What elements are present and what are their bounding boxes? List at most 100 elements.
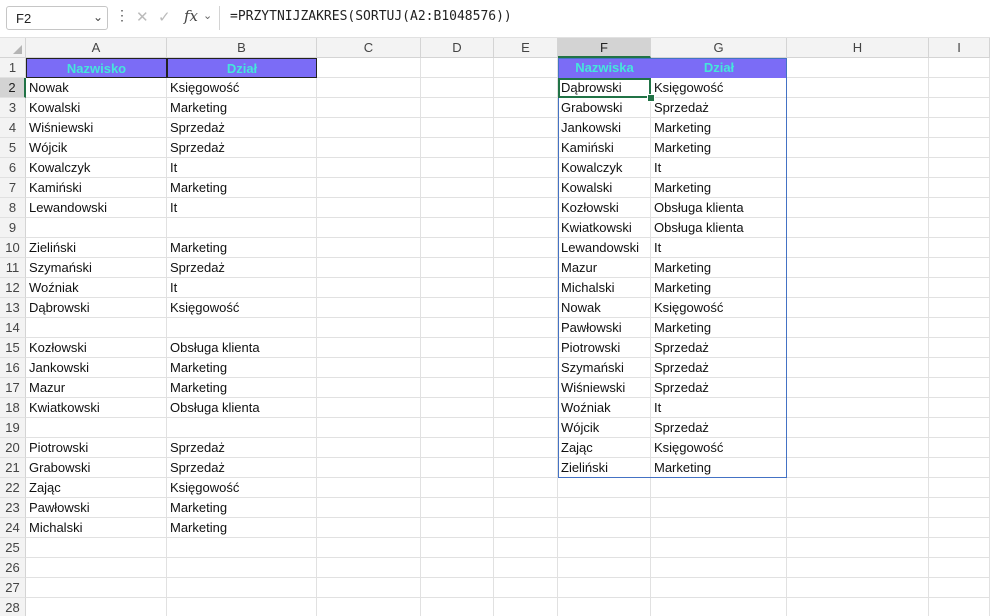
row-header-13[interactable]: 13 [0,298,26,318]
row-header-11[interactable]: 11 [0,258,26,278]
source-table-cell[interactable]: Księgowość [167,478,317,498]
result-table-cell[interactable]: Woźniak [558,398,651,418]
result-table-cell[interactable]: Szymański [558,358,651,378]
result-table-cell[interactable]: Marketing [651,458,787,478]
source-table-cell[interactable]: Księgowość [167,298,317,318]
column-header-h[interactable]: H [787,38,929,58]
source-table-cell[interactable]: Mazur [26,378,167,398]
result-table-cell[interactable]: Sprzedaż [651,358,787,378]
row-header-15[interactable]: 15 [0,338,26,358]
source-table-cell[interactable]: It [167,158,317,178]
result-table-cell[interactable]: Obsługa klienta [651,218,787,238]
source-table-cell[interactable]: Szymański [26,258,167,278]
column-header-g[interactable]: G [651,38,787,58]
result-table-cell[interactable]: Nowak [558,298,651,318]
row-header-16[interactable]: 16 [0,358,26,378]
chevron-down-icon[interactable]: ⌄ [93,10,103,24]
result-table-cell[interactable]: Kwiatkowski [558,218,651,238]
name-box[interactable]: F2 ⌄ [6,6,108,30]
source-table-cell[interactable]: Sprzedaż [167,438,317,458]
result-table-cell[interactable]: Marketing [651,138,787,158]
column-header-e[interactable]: E [494,38,558,58]
source-table-cell[interactable]: Piotrowski [26,438,167,458]
result-table-cell[interactable]: Sprzedaż [651,98,787,118]
fill-handle[interactable] [647,94,655,102]
source-table-cell[interactable]: Marketing [167,518,317,538]
result-table-cell[interactable]: Sprzedaż [651,378,787,398]
source-table-cell[interactable]: Marketing [167,238,317,258]
spreadsheet-grid[interactable]: ABCDEFGHI 1 2 3 4 5 6 7 8 9 10 11 12 13 14 15 16 17 18 19 2… [0,38,990,616]
source-header-cell[interactable]: Nazwisko [26,58,167,78]
result-table-cell[interactable]: Kamiński [558,138,651,158]
source-table-cell[interactable]: Sprzedaż [167,258,317,278]
result-table-cell[interactable]: Kowalski [558,178,651,198]
row-header-12[interactable]: 12 [0,278,26,298]
insert-function-icon[interactable]: fx [184,7,198,25]
row-header-2[interactable]: 2 [0,78,26,98]
result-table-cell[interactable]: Kozłowski [558,198,651,218]
result-table-cell[interactable]: Pawłowski [558,318,651,338]
cancel-icon[interactable]: ✕ [136,8,149,26]
column-header-i[interactable]: I [929,38,990,58]
select-all-button[interactable] [0,38,26,58]
row-header-19[interactable]: 19 [0,418,26,438]
column-header-c[interactable]: C [317,38,421,58]
result-table-cell[interactable]: Mazur [558,258,651,278]
source-table-cell[interactable]: Obsługa klienta [167,338,317,358]
result-table-cell[interactable]: Sprzedaż [651,418,787,438]
result-table-cell[interactable]: Marketing [651,258,787,278]
source-table-cell[interactable]: Kamiński [26,178,167,198]
row-header-10[interactable]: 10 [0,238,26,258]
row-header-22[interactable]: 22 [0,478,26,498]
result-header-cell[interactable]: Nazwiska [558,58,651,78]
result-table-cell[interactable]: It [651,238,787,258]
result-table-cell[interactable]: Marketing [651,178,787,198]
source-table-cell[interactable]: Kowalski [26,98,167,118]
result-table-cell[interactable]: Zieliński [558,458,651,478]
result-table-cell[interactable]: Księgowość [651,78,787,98]
result-table-cell[interactable]: Grabowski [558,98,651,118]
result-table-cell[interactable]: Marketing [651,318,787,338]
source-table-cell[interactable]: Zając [26,478,167,498]
row-header-24[interactable]: 24 [0,518,26,538]
column-header-d[interactable]: D [421,38,494,58]
result-table-cell[interactable]: Lewandowski [558,238,651,258]
result-table-cell[interactable]: Michalski [558,278,651,298]
source-table-cell[interactable]: Jankowski [26,358,167,378]
row-header-21[interactable]: 21 [0,458,26,478]
row-header-25[interactable]: 25 [0,538,26,558]
result-table-cell[interactable]: Obsługa klienta [651,198,787,218]
row-header-5[interactable]: 5 [0,138,26,158]
column-header-b[interactable]: B [167,38,317,58]
source-table-cell[interactable]: Marketing [167,378,317,398]
source-table-cell[interactable]: Marketing [167,498,317,518]
column-header-f[interactable]: F [558,38,651,58]
source-table-cell[interactable]: Sprzedaż [167,138,317,158]
source-table-cell[interactable]: Grabowski [26,458,167,478]
source-table-cell[interactable]: Wiśniewski [26,118,167,138]
result-table-cell[interactable]: Marketing [651,278,787,298]
row-header-18[interactable]: 18 [0,398,26,418]
row-header-9[interactable]: 9 [0,218,26,238]
row-header-4[interactable]: 4 [0,118,26,138]
enter-check-icon[interactable]: ✓ [158,8,171,26]
result-table-cell[interactable]: Księgowość [651,438,787,458]
result-table-cell[interactable]: Sprzedaż [651,338,787,358]
source-table-cell[interactable]: Woźniak [26,278,167,298]
source-table-cell[interactable]: Marketing [167,178,317,198]
source-header-cell[interactable]: Dział [167,58,317,78]
source-table-cell[interactable]: Sprzedaż [167,118,317,138]
source-table-cell[interactable]: Obsługa klienta [167,398,317,418]
row-header-26[interactable]: 26 [0,558,26,578]
row-header-27[interactable]: 27 [0,578,26,598]
result-table-cell[interactable]: Dąbrowski [558,78,651,98]
source-table-cell[interactable]: It [167,198,317,218]
chevron-down-icon[interactable]: ⌄ [203,9,212,22]
row-header-3[interactable]: 3 [0,98,26,118]
row-header-14[interactable]: 14 [0,318,26,338]
result-table-cell[interactable]: Wójcik [558,418,651,438]
row-header-28[interactable]: 28 [0,598,26,616]
result-table-cell[interactable]: Marketing [651,118,787,138]
source-table-cell[interactable]: Marketing [167,358,317,378]
source-table-cell[interactable]: Księgowość [167,78,317,98]
